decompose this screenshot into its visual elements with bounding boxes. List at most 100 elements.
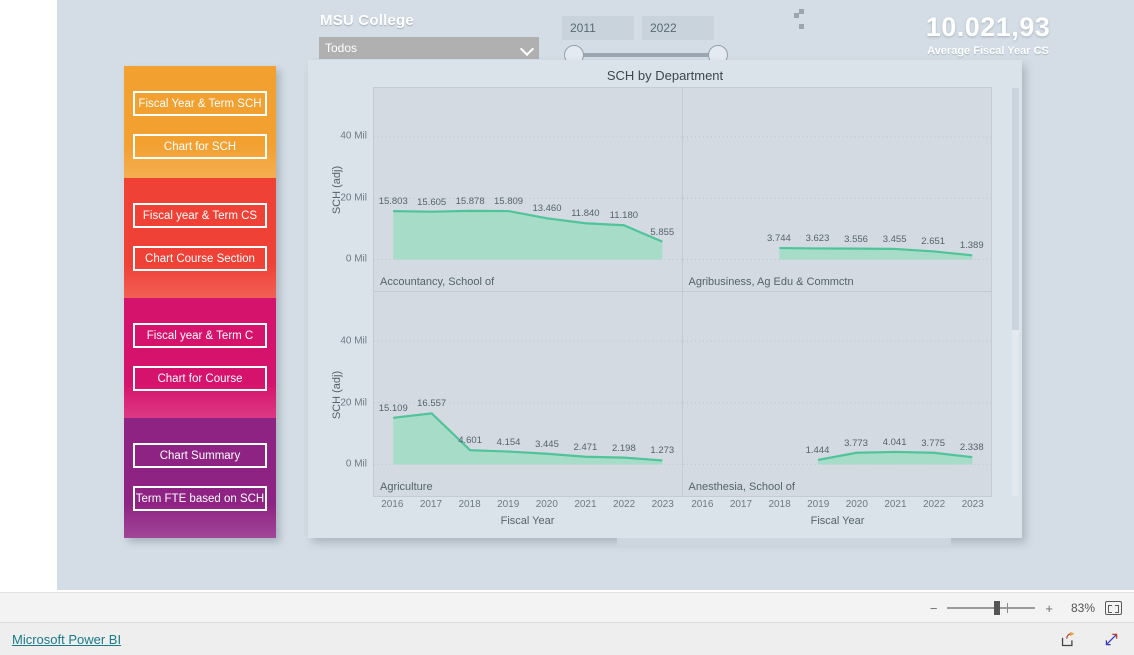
canvas-filler-strip: [617, 538, 951, 546]
nav-band-2: Fiscal year & Term CS Chart Course Sectio…: [124, 178, 276, 298]
y-axis-tick: 40 Mil: [340, 335, 367, 347]
x-axis-tick: 2021: [574, 499, 597, 510]
data-label: 2.338: [959, 442, 984, 454]
x-axis-title: Fiscal Year: [500, 515, 555, 527]
x-axis-tick: 2020: [535, 499, 558, 510]
data-label: 1.444: [805, 444, 830, 456]
x-axis: 2016 2017 2018 2019 2020 2021 2022 2023 Fiscal Y…: [683, 499, 992, 529]
nav-band-1: Fiscal Year & Term SCH Chart for SCH: [124, 66, 276, 178]
zoom-out-button[interactable]: −: [930, 601, 938, 616]
nav-band-4: Chart Summary Term FTE based on SCH: [124, 418, 276, 538]
nav-button-fiscal-year-term-c[interactable]: Fiscal year & Term C: [133, 323, 267, 348]
nav-button-chart-for-course[interactable]: Chart for Course: [133, 366, 267, 391]
zoom-slider-thumb[interactable]: [994, 601, 1001, 615]
nav-band-3: Fiscal year & Term C Chart for Course: [124, 298, 276, 418]
kpi-label: Average Fiscal Year CS: [927, 45, 1049, 57]
data-label: 2.651: [921, 236, 946, 248]
x-axis-title: Fiscal Year: [810, 515, 865, 527]
power-bi-link[interactable]: Microsoft Power BI: [12, 632, 121, 647]
x-axis-tick: 2023: [651, 499, 674, 510]
y-axis: SCH (adj) 0 Mil 20 Mil 40 Mil: [318, 87, 373, 292]
nav-button-fiscal-year-term-cs[interactable]: Fiscal year & Term CS: [133, 203, 267, 228]
x-axis-tick: 2018: [768, 499, 791, 510]
college-slicer-dropdown[interactable]: Todos: [319, 37, 539, 59]
x-axis-tick: 2017: [729, 499, 753, 510]
zoom-toolbar: − + 83%: [0, 592, 1134, 622]
chart-vertical-scrollbar[interactable]: [1012, 88, 1019, 496]
data-label: 16.557: [417, 398, 447, 410]
x-axis-tick: 2022: [612, 499, 636, 510]
chart-scrollbar-thumb[interactable]: [1012, 88, 1019, 330]
y-axis-title: SCH (adj): [331, 165, 343, 214]
data-label: 2.471: [573, 441, 598, 453]
report-viewport: MSU College Todos 2011 2022 10.021,93 Av…: [0, 0, 1134, 592]
footer-actions: [1060, 631, 1120, 648]
year-range-slicer[interactable]: 2011 2022: [562, 16, 737, 65]
small-multiple-title: Agriculture: [380, 481, 433, 493]
x-axis-tick: 2021: [884, 499, 907, 510]
x-axis-tick: 2023: [961, 499, 984, 510]
data-label: 1.389: [959, 240, 984, 252]
area-chart-svg: [374, 136, 682, 261]
y-axis-tick: 20 Mil: [340, 397, 367, 409]
small-multiple-title: Accountancy, School of: [380, 276, 495, 288]
chart-plot-area: 15.803 15.605 15.878 15.809 13.460 11.840 11.1…: [318, 87, 1002, 527]
nav-button-term-fte-based-on-sch[interactable]: Term FTE based on SCH: [133, 486, 267, 511]
nav-button-chart-for-sch[interactable]: Chart for SCH: [133, 134, 267, 159]
data-label: 2.198: [611, 442, 636, 454]
data-label: 3.556: [844, 233, 868, 245]
data-label: 4.041: [882, 436, 907, 448]
data-label: 11.840: [571, 208, 600, 220]
year-range-to-input[interactable]: 2022: [642, 16, 714, 40]
zoom-percentage: 83%: [1070, 601, 1095, 615]
data-label: 3.744: [767, 233, 791, 245]
visual-move-handle[interactable]: [792, 6, 808, 29]
report-canvas: MSU College Todos 2011 2022 10.021,93 Av…: [57, 0, 1134, 590]
data-label: 15.803: [378, 196, 408, 208]
x-axis-tick: 2017: [419, 499, 443, 510]
data-label: 3.455: [882, 233, 907, 245]
data-label: 15.109: [378, 402, 408, 414]
fit-to-page-icon[interactable]: [1105, 601, 1122, 615]
data-label: 4.601: [458, 435, 482, 447]
page-title: MSU College: [320, 12, 414, 29]
chevron-down-icon: [521, 42, 533, 54]
small-multiple-panel[interactable]: 15.803 15.605 15.878 15.809 13.460 11.840 11.1…: [374, 88, 683, 292]
college-slicer-value: Todos: [325, 41, 358, 55]
share-icon[interactable]: [1060, 631, 1077, 648]
zoom-slider[interactable]: [947, 601, 1036, 615]
data-label: 5.855: [650, 226, 675, 238]
year-range-track[interactable]: [572, 53, 724, 57]
data-label: 3.623: [805, 233, 830, 245]
small-multiple-panel[interactable]: 3.744 3.623 3.556 3.455 2.651 1.389 Agribusine…: [682, 88, 991, 292]
data-label: 11.180: [609, 210, 639, 222]
data-label: 15.878: [455, 195, 485, 207]
data-label: 3.773: [844, 437, 868, 449]
data-label: 13.460: [532, 203, 562, 215]
x-axis: 2016 2017 2018 2019 2020 2021 2022 2023 Fiscal Y…: [373, 499, 682, 529]
y-axis-tick: 20 Mil: [340, 192, 367, 204]
nav-button-fiscal-year-term-sch[interactable]: Fiscal Year & Term SCH: [133, 91, 267, 116]
zoom-controls: − + 83%: [930, 593, 1122, 623]
y-axis-tick: 40 Mil: [340, 130, 367, 142]
fullscreen-icon[interactable]: [1103, 631, 1120, 648]
y-axis-title: SCH (adj): [331, 370, 343, 419]
data-label: 4.154: [496, 436, 521, 448]
sidebar-nav: Fiscal Year & Term SCH Chart for SCH Fisca…: [124, 66, 276, 538]
y-axis: SCH (adj) 0 Mil 20 Mil 40 Mil: [318, 292, 373, 497]
x-axis-tick: 2022: [922, 499, 946, 510]
nav-button-chart-course-section[interactable]: Chart Course Section: [133, 246, 267, 271]
data-label: 15.809: [494, 196, 524, 208]
data-label: 3.775: [921, 437, 946, 449]
y-axis-tick: 0 Mil: [345, 458, 367, 470]
year-range-from-input[interactable]: 2011: [562, 16, 634, 40]
area-chart-svg: [682, 136, 991, 261]
small-multiple-panel[interactable]: 1.444 3.773 4.041 3.775 2.338 Anesthesia, Sch…: [682, 292, 991, 496]
zoom-in-button[interactable]: +: [1045, 601, 1053, 616]
nav-button-chart-summary[interactable]: Chart Summary: [133, 443, 267, 468]
small-multiples-grid: 15.803 15.605 15.878 15.809 13.460 11.840 11.1…: [373, 87, 992, 497]
small-multiple-panel[interactable]: 15.109 16.557 4.601 4.154 3.445 2.471 2.198 1.2…: [374, 292, 683, 496]
small-multiple-title: Agribusiness, Ag Edu & Commctn: [688, 276, 854, 288]
y-axis-tick: 0 Mil: [345, 253, 367, 265]
sch-by-department-visual[interactable]: SCH by Department 15.803 15.605 15.878 15.8…: [308, 60, 1022, 538]
